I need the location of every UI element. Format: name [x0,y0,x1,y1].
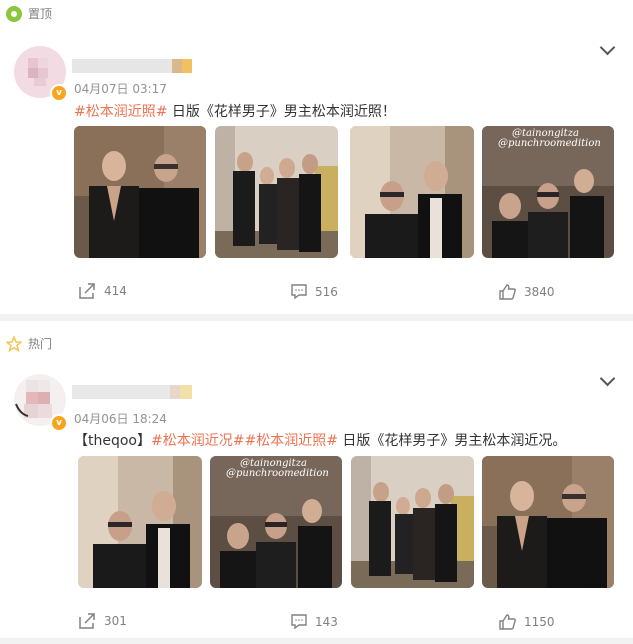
comment-icon [291,614,307,629]
hashtag-link[interactable]: #松本润近照# [74,104,167,120]
like-count: 3840 [524,285,555,299]
photo-thumbnail[interactable] [351,456,474,588]
photo-thumbnail[interactable] [482,456,614,588]
post-time[interactable]: 04月07日 03:17 [74,80,167,97]
pin-icon [6,5,22,22]
like-button[interactable]: 1150 [499,614,555,630]
photo-thumbnail[interactable] [350,126,474,258]
photo-thumbnail[interactable] [74,126,206,258]
like-button[interactable]: 3840 [499,284,555,300]
post-text-source: 【theqoo】 [74,433,151,449]
hot-label: 热门 [28,337,53,351]
thumbs-up-icon [499,614,516,630]
comment-icon [291,284,307,299]
feed-divider [0,638,633,644]
repost-button[interactable]: 414 [78,283,127,299]
post-text-body: 日版《花样男子》男主松本润近照！ [167,104,396,120]
post-time[interactable]: 04月06日 18:24 [74,410,167,427]
hot-header: 热门 [6,335,52,352]
comment-button[interactable]: 143 [291,614,338,629]
pinned-label: 置顶 [28,7,53,21]
username-blurred[interactable] [72,58,192,77]
like-count: 1150 [524,615,555,629]
repost-icon [79,283,95,299]
photo-thumbnail[interactable] [78,456,202,588]
chevron-down-icon[interactable] [599,370,616,387]
repost-count: 301 [104,614,127,628]
photo-watermark-text: @punchroomedition [226,468,329,479]
comment-count: 143 [315,614,338,629]
photo-watermark-text: @punchroomedition [498,138,601,149]
post-text: #松本润近照# 日版《花样男子》男主松本润近照！ [74,101,396,121]
verified-badge-icon: v [50,414,68,432]
thumbs-up-icon [499,284,516,300]
hashtag-link[interactable]: #松本润近况##松本润近照# [151,433,338,449]
username-blurred[interactable] [72,384,192,403]
verified-badge-icon: v [50,84,68,102]
photo-thumbnail[interactable]: @tainongitza @punchroomedition [210,456,342,588]
post-text: 【theqoo】#松本润近况##松本润近照# 日版《花样男子》男主松本润近况。 [74,430,566,450]
photo-thumbnail[interactable] [215,126,338,258]
chevron-down-icon[interactable] [599,39,616,56]
photo-thumbnail[interactable]: @tainongitza @punchroomedition [482,126,614,258]
feed-divider [0,314,633,321]
post-text-body: 日版《花样男子》男主松本润近况。 [337,433,567,449]
star-icon [6,335,22,352]
repost-icon [79,613,95,629]
comment-button[interactable]: 516 [291,284,338,299]
pinned-header: 置顶 [6,5,52,22]
repost-button[interactable]: 301 [78,613,127,629]
comment-count: 516 [315,284,338,299]
repost-count: 414 [104,284,127,298]
